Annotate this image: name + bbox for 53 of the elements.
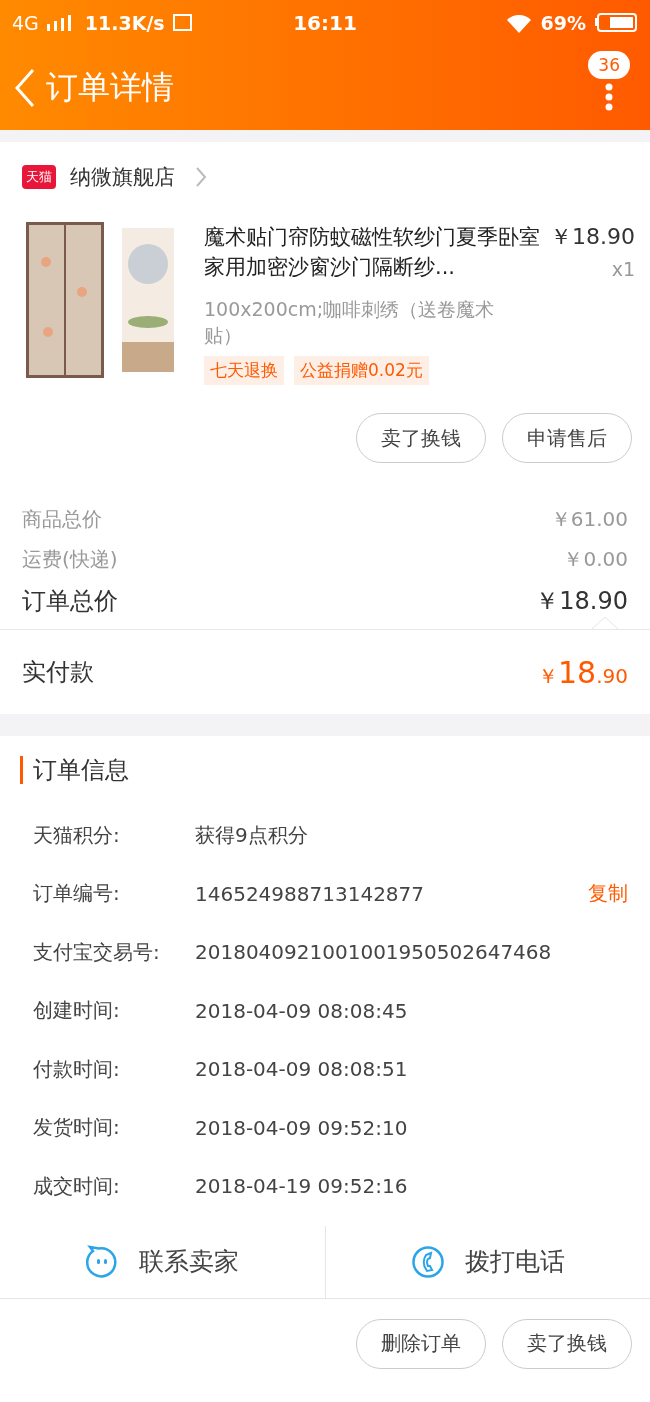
battery-icon <box>594 12 638 33</box>
contact-label[interactable]: 拨打电话 <box>464 1245 565 1278</box>
store-badge: 天猫 <box>22 165 56 189</box>
sim-icon <box>172 13 193 32</box>
action-button[interactable]: 申请售后 <box>502 413 632 463</box>
service-tag: 公益捐赠0.02元 <box>294 356 429 385</box>
info-value: 2018-04-09 08:08:45 <box>195 998 409 1023</box>
paid-decimal: .90 <box>596 663 628 688</box>
info-value: 2018040921001001950502647468 <box>195 940 553 965</box>
network-speed: 11.3K/s <box>84 11 165 34</box>
info-value: 2018-04-09 09:52:10 <box>195 1115 409 1140</box>
product-price: ￥18.90 <box>550 223 635 251</box>
currency-symbol: ￥ <box>538 663 558 688</box>
product-spec: 100x200cm;咖啡刺绣（送卷魔术贴） <box>204 297 496 348</box>
wifi-icon <box>504 12 533 33</box>
product-title[interactable]: 魔术贴门帘防蚊磁性软纱门夏季卧室家用加密沙窗沙门隔断纱... <box>204 222 540 282</box>
price-value: ￥0.00 <box>563 545 628 573</box>
product-quantity: x1 <box>611 258 635 280</box>
info-label: 发货时间: <box>33 1114 121 1142</box>
battery-percent: 69% <box>540 11 586 34</box>
info-label: 订单编号: <box>33 880 121 908</box>
contact-label[interactable]: 联系卖家 <box>139 1245 240 1278</box>
info-label: 天猫积分: <box>33 821 121 849</box>
chevron-right-icon <box>195 166 207 188</box>
network-type: 4G <box>12 11 39 34</box>
info-label: 付款时间: <box>33 1055 121 1083</box>
info-label: 成交时间: <box>33 1172 121 1200</box>
info-value: 获得9点积分 <box>195 821 309 849</box>
action-button[interactable]: 删除订单 <box>356 1318 486 1369</box>
chat-face-icon[interactable] <box>85 1244 120 1279</box>
paid-amount: 18 <box>558 654 597 690</box>
info-label: 支付宝交易号: <box>33 938 161 966</box>
notification-badge: 36 <box>588 51 630 79</box>
service-tag: 七天退换 <box>204 356 284 385</box>
clock-time: 16:11 <box>293 10 357 35</box>
action-button[interactable]: 卖了换钱 <box>502 1318 632 1369</box>
page-title: 订单详情 <box>46 66 174 108</box>
phone-icon[interactable] <box>410 1244 445 1279</box>
info-label: 创建时间: <box>33 997 121 1025</box>
section-title: 订单信息 <box>20 756 650 784</box>
more-icon[interactable] <box>605 83 614 111</box>
action-button[interactable]: 卖了换钱 <box>356 413 486 463</box>
price-label: 商品总价 <box>22 505 102 533</box>
price-label: 订单总价 <box>22 586 118 617</box>
store-name[interactable]: 纳微旗舰店 <box>70 163 175 191</box>
info-value: 146524988713142877 <box>195 881 426 906</box>
info-value: 2018-04-19 09:52:16 <box>195 1174 409 1199</box>
price-value: ￥61.00 <box>550 505 628 533</box>
back-icon[interactable] <box>14 67 36 108</box>
price-label: 运费(快递) <box>22 545 118 573</box>
paid-label: 实付款 <box>22 657 94 688</box>
info-value: 2018-04-09 08:08:51 <box>195 1057 409 1082</box>
price-value: ￥18.90 <box>535 586 628 617</box>
